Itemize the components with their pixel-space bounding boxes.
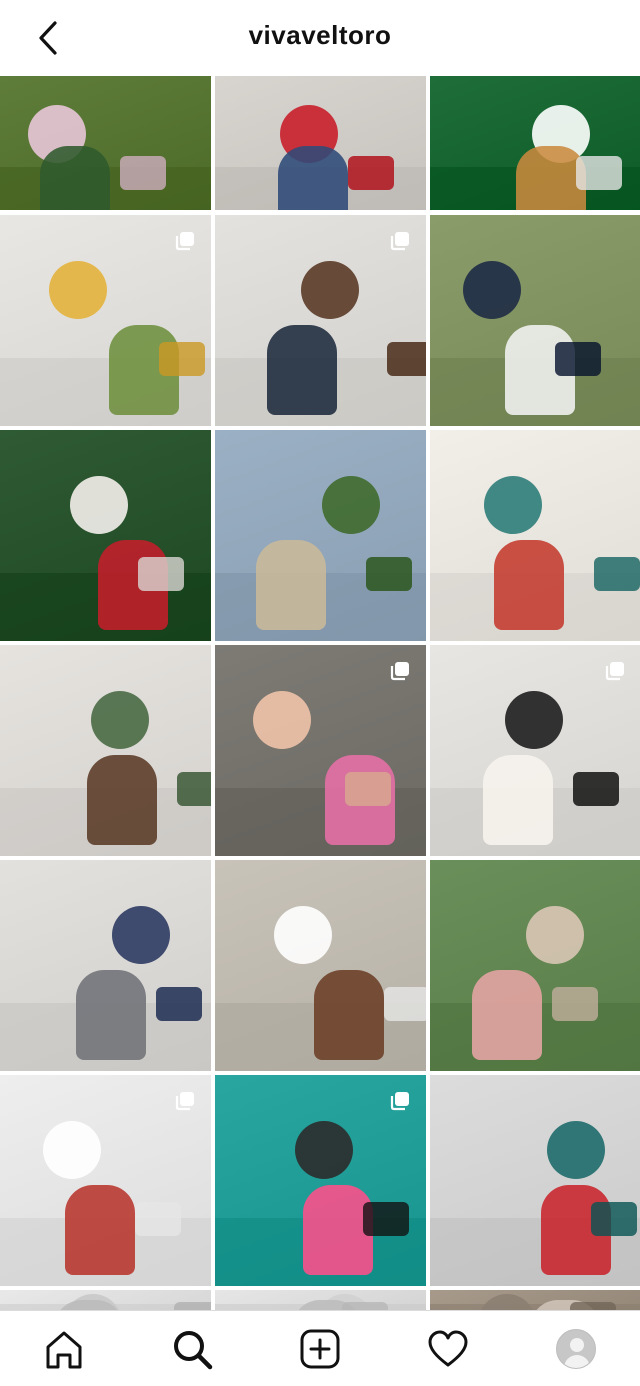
- post-thumbnail-woman-kitchen-checklist[interactable]: [0, 645, 211, 856]
- photo-subject-shape: [43, 1121, 101, 1180]
- carousel-icon: [605, 662, 624, 681]
- post-thumbnail-kitchen-ingredients[interactable]: [0, 215, 211, 426]
- photo-object-shape: [348, 156, 394, 191]
- photo-body-shape: [472, 969, 542, 1060]
- carousel-icon: [175, 1092, 194, 1111]
- carousel-icon: [390, 662, 409, 681]
- post-thumbnail-woman-kitchen-island[interactable]: [0, 860, 211, 1071]
- post-thumbnail-woman-white-tee-table[interactable]: [215, 860, 426, 1071]
- nav-home[interactable]: [40, 1325, 88, 1373]
- photo-subject-shape: [91, 691, 149, 750]
- photo-object-shape: [555, 341, 601, 376]
- photo-object-shape: [342, 1302, 388, 1310]
- nav-search[interactable]: [168, 1325, 216, 1373]
- photo-object-shape: [552, 986, 598, 1021]
- photo-object-shape: [366, 556, 412, 591]
- photo-subject-shape: [484, 476, 542, 535]
- post-thumbnail-woman-gym[interactable]: [215, 1075, 426, 1286]
- post-thumbnail-woman-sitting-floor[interactable]: [215, 76, 426, 210]
- post-thumbnail-woman-holding-book[interactable]: [0, 1075, 211, 1286]
- photo-subject-shape: [295, 1121, 353, 1180]
- heart-icon: [428, 1330, 468, 1367]
- photo-subject-shape: [478, 1294, 536, 1310]
- photo-object-shape: [591, 1201, 637, 1236]
- photo-subject-shape: [526, 906, 584, 965]
- photo-object-shape: [570, 1302, 616, 1310]
- photo-subject-shape: [49, 261, 107, 320]
- carousel-icon: [390, 232, 409, 251]
- photo-object-shape: [120, 156, 166, 191]
- carousel-icon: [390, 1092, 409, 1111]
- photo-body-shape: [256, 539, 326, 630]
- post-thumbnail-game-day-spread[interactable]: [430, 76, 640, 210]
- photo-body-shape: [65, 1184, 135, 1275]
- bottom-navigation: [0, 1310, 640, 1386]
- photo-body-shape: [494, 539, 564, 630]
- post-thumbnail-busch-gardens-sculpture[interactable]: [215, 430, 426, 641]
- photo-object-shape: [594, 556, 640, 591]
- photo-subject-shape: [274, 906, 332, 965]
- profile-avatar: [556, 1329, 596, 1369]
- photo-object-shape: [174, 1302, 211, 1310]
- photo-subject-shape: [547, 1121, 605, 1180]
- post-thumbnail-family-portrait-outdoors[interactable]: [430, 215, 640, 426]
- post-thumbnail-partial-row[interactable]: [0, 1290, 211, 1310]
- photo-subject-shape: [253, 691, 311, 750]
- photo-subject-shape: [70, 476, 128, 535]
- profile-header: vivaveltoro: [0, 0, 640, 76]
- photo-object-shape: [345, 771, 391, 806]
- nav-add-post[interactable]: [296, 1325, 344, 1373]
- post-thumbnail-kids-lying-patio[interactable]: [430, 860, 640, 1071]
- post-thumbnail-girl-with-dolls[interactable]: [215, 645, 426, 856]
- post-thumbnail-partial-row[interactable]: [430, 1290, 640, 1310]
- photo-object-shape: [387, 341, 426, 376]
- post-thumbnail-christmas-gift-card[interactable]: [0, 430, 211, 641]
- photo-subject-shape: [463, 261, 521, 320]
- photo-body-shape: [76, 969, 146, 1060]
- photo-subject-shape: [322, 476, 380, 535]
- photo-subject-shape: [301, 261, 359, 320]
- photo-object-shape: [576, 156, 622, 191]
- photo-object-shape: [177, 771, 211, 806]
- nav-activity[interactable]: [424, 1325, 472, 1373]
- photo-body-shape: [314, 969, 384, 1060]
- photo-body-shape: [278, 145, 348, 210]
- page-title: vivaveltoro: [248, 20, 392, 50]
- photo-object-shape: [363, 1201, 409, 1236]
- post-grid: [0, 76, 640, 1310]
- photo-subject-shape: [505, 691, 563, 750]
- post-thumbnail-partial-row[interactable]: [215, 1290, 426, 1310]
- photo-object-shape: [156, 986, 202, 1021]
- add-post-icon: [300, 1329, 340, 1369]
- photo-body-shape: [40, 145, 110, 210]
- post-thumbnail-woman-teal-top-kitchen[interactable]: [430, 1075, 640, 1286]
- nav-profile[interactable]: [552, 1325, 600, 1373]
- search-icon: [174, 1331, 213, 1370]
- photo-subject-shape: [112, 906, 170, 965]
- post-thumbnail-woman-kitchen-papers[interactable]: [430, 645, 640, 856]
- photo-object-shape: [384, 986, 426, 1021]
- photo-object-shape: [135, 1201, 181, 1236]
- post-thumbnail-ornament-circles[interactable]: [430, 430, 640, 641]
- home-icon: [46, 1331, 82, 1369]
- photo-body-shape: [87, 754, 157, 845]
- post-thumbnail-woman-cooking-kitchen[interactable]: [215, 215, 426, 426]
- photo-object-shape: [573, 771, 619, 806]
- photo-body-shape: [267, 324, 337, 415]
- post-thumbnail-food-wine-festival[interactable]: [0, 76, 211, 210]
- photo-body-shape: [483, 754, 553, 845]
- photo-object-shape: [138, 556, 184, 591]
- photo-object-shape: [159, 341, 205, 376]
- carousel-icon: [175, 232, 194, 251]
